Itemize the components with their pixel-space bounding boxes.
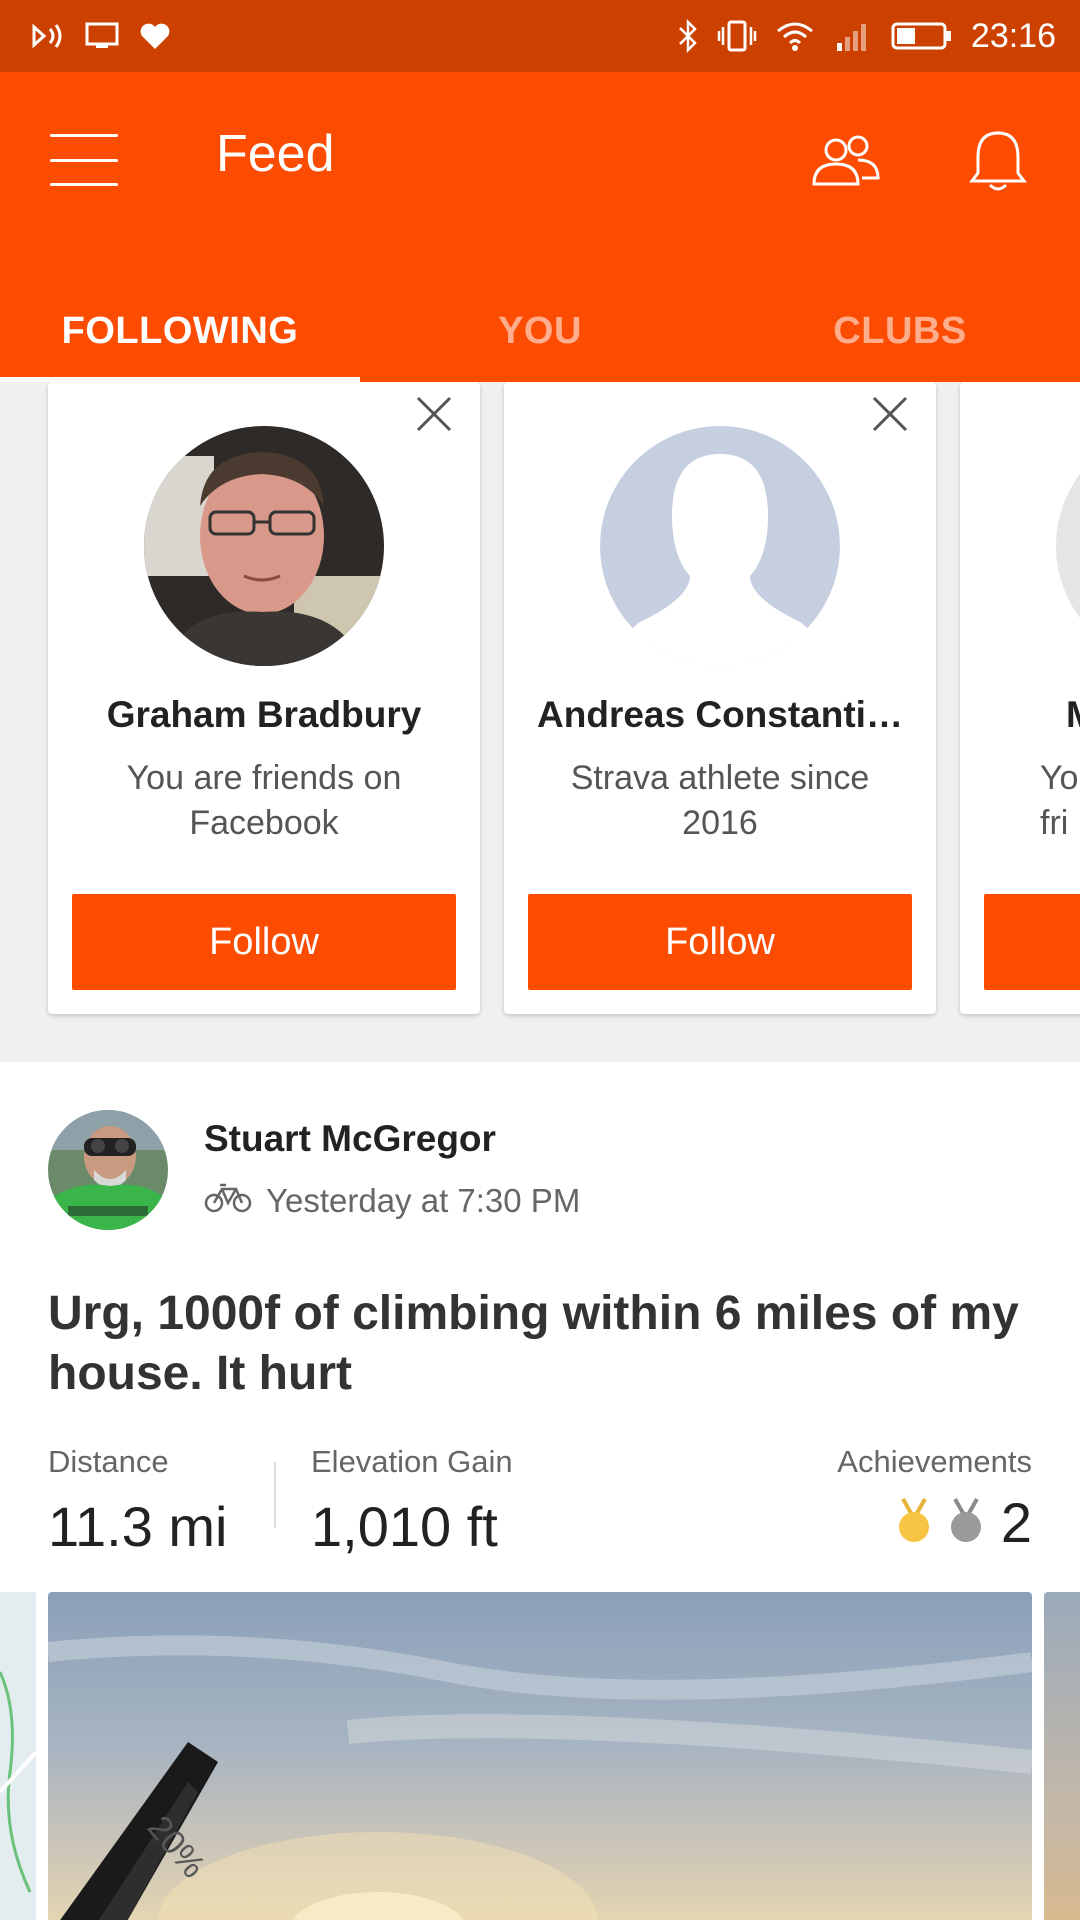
screen-cast-icon [84, 21, 120, 51]
stat-elevation: Elevation Gain 1,010 ft [311, 1444, 513, 1559]
suggestion-reason: Strava athlete since 2016 [570, 759, 870, 842]
bluetooth-icon [677, 19, 699, 53]
suggestion-card: Graham Bradbury You are friends on Faceb… [48, 382, 480, 1014]
follow-button[interactable]: Follow [528, 894, 912, 990]
stat-distance: Distance 11.3 mi [48, 1444, 227, 1559]
menu-icon[interactable] [50, 134, 118, 186]
activity-time: Yesterday at 7:30 PM [266, 1182, 581, 1219]
avatar[interactable] [48, 1110, 168, 1230]
suggestion-name[interactable]: Graham Bradbury [48, 694, 480, 736]
bell-icon [968, 129, 1028, 200]
battery-icon [891, 21, 953, 51]
follow-button[interactable]: Follow [72, 894, 456, 990]
athlete-name[interactable]: Stuart McGregor [204, 1118, 496, 1160]
suggested-athletes-carousel[interactable]: Graham Bradbury You are friends on Faceb… [0, 382, 1080, 1062]
dismiss-button[interactable] [412, 392, 456, 436]
achievements-count: 2 [1000, 1491, 1032, 1554]
tab-you[interactable]: YOU [360, 280, 720, 382]
achievement-medals: 2 [837, 1490, 1032, 1555]
suggestion-name[interactable]: M [1066, 694, 1080, 736]
suggestion-card: Andreas Constanti… Strava athlete since … [504, 382, 936, 1014]
app-bar: Feed FOLLOWING YOU CLUBS [0, 72, 1080, 382]
stat-achievements: Achievements 2 [837, 1444, 1032, 1555]
tab-following[interactable]: FOLLOWING [0, 280, 360, 382]
wifi-icon [775, 19, 815, 53]
suggestion-card: M Yo fri [960, 382, 1080, 1014]
avatar[interactable] [1056, 426, 1080, 666]
activity-card[interactable]: Stuart McGregor Yesterday at 7:30 PM Urg… [0, 1062, 1080, 1920]
activity-meta: Yesterday at 7:30 PM [204, 1180, 580, 1222]
avatar[interactable] [144, 426, 384, 666]
feed-tabs: FOLLOWING YOU CLUBS [0, 280, 1080, 382]
find-friends-button[interactable] [806, 124, 886, 204]
suggestion-reason: You are friends on Facebook [126, 759, 402, 842]
heart-icon [138, 21, 172, 51]
page-title: Feed [216, 125, 335, 183]
stat-value: 11.3 mi [48, 1495, 228, 1558]
notifications-button[interactable] [958, 124, 1038, 204]
status-right-icons: 23:16 [677, 17, 1056, 56]
activity-photo[interactable]: 20% [48, 1592, 1032, 1920]
suggestion-name[interactable]: Andreas Constanti… [504, 694, 936, 736]
activity-title[interactable]: Urg, 1000f of climbing within 6 miles of… [48, 1284, 1048, 1404]
nfc-icon [30, 21, 66, 51]
silver-medal-icon [949, 1497, 983, 1548]
stat-divider [274, 1462, 276, 1528]
dismiss-button[interactable] [868, 392, 912, 436]
avatar[interactable] [600, 426, 840, 666]
activity-media-carousel[interactable]: 20% [0, 1592, 1080, 1920]
stat-value: 1,010 ft [311, 1495, 498, 1558]
bike-icon [204, 1180, 252, 1222]
status-left-icons [30, 21, 172, 51]
clock: 23:16 [970, 16, 1056, 55]
follow-button[interactable] [984, 894, 1080, 990]
status-bar: 23:16 [0, 0, 1080, 72]
stat-label: Elevation Gain [311, 1444, 513, 1479]
people-icon [810, 134, 882, 195]
close-icon [872, 396, 908, 432]
activity-stats: Distance 11.3 mi Elevation Gain 1,010 ft… [48, 1444, 1032, 1564]
stat-label: Distance [48, 1444, 169, 1479]
gold-medal-icon [897, 1497, 931, 1548]
next-photo-thumbnail[interactable] [1044, 1592, 1080, 1920]
close-icon [416, 396, 452, 432]
vibrate-icon [717, 19, 757, 53]
suggestion-reason: Yo fri [1040, 759, 1079, 842]
tab-clubs[interactable]: CLUBS [720, 280, 1080, 382]
signal-icon [833, 19, 873, 53]
route-map-thumbnail[interactable] [0, 1592, 38, 1920]
stat-label: Achievements [837, 1444, 1032, 1479]
